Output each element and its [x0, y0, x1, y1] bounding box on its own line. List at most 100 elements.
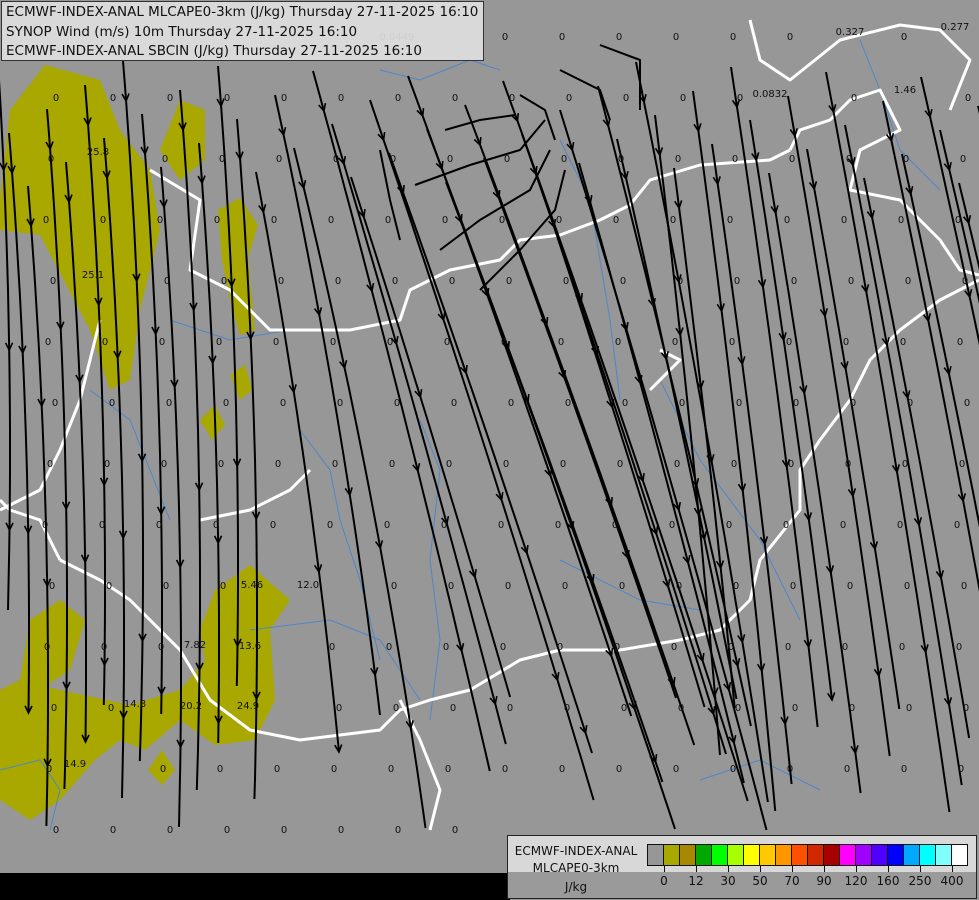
legend-tick-label: 0: [660, 874, 668, 888]
value-label: 0: [445, 764, 451, 775]
legend-tick-label: 90: [816, 874, 832, 888]
value-label: 0: [790, 581, 796, 592]
legend-tick-mark: [952, 865, 953, 872]
value-label: 0: [509, 93, 515, 104]
value-label: 0: [443, 642, 449, 653]
value-label: 0: [557, 642, 563, 653]
value-label: 0: [331, 764, 337, 775]
streamline: [806, 148, 901, 710]
value-label: 0: [788, 459, 794, 470]
value-label: 0: [216, 337, 222, 348]
value-label: 0: [167, 825, 173, 836]
value-label: 0: [727, 215, 733, 226]
color-legend: ECMWF-INDEX-ANAL MLCAPE0-3km J/kg 0 12 30 5…: [507, 835, 977, 899]
value-label: 0: [156, 520, 162, 531]
legend-swatch: [792, 845, 808, 865]
map-edge: [0, 873, 510, 900]
value-label: 7.82: [184, 640, 206, 651]
value-label: 0: [219, 154, 225, 165]
value-label: 0: [964, 398, 970, 409]
value-label: 0: [276, 154, 282, 165]
value-label: 0: [502, 32, 508, 43]
value-label: 0: [220, 581, 226, 592]
value-label: 0: [730, 32, 736, 43]
value-label: 0: [338, 93, 344, 104]
value-label: 0: [157, 215, 163, 226]
value-label: 0: [793, 398, 799, 409]
value-label: 0: [674, 459, 680, 470]
cape-area: [0, 565, 290, 820]
value-label: 0: [385, 215, 391, 226]
value-label: 0: [559, 764, 565, 775]
streamline: [483, 157, 677, 699]
value-label: 0: [728, 642, 734, 653]
value-label: 0: [160, 764, 166, 775]
streamline: [519, 94, 556, 141]
value-label: 0: [106, 581, 112, 592]
value-label: 0: [679, 398, 685, 409]
value-label: 0: [558, 337, 564, 348]
weather-map[interactable]: 25.825.10.3270.2770.08321.460.04495.4612…: [0, 0, 979, 900]
value-label: 0: [507, 703, 513, 714]
value-label: 0: [449, 276, 455, 287]
value-label: 0: [787, 32, 793, 43]
value-label: 0: [336, 703, 342, 714]
value-label: 0: [213, 520, 219, 531]
value-label: 0: [327, 520, 333, 531]
value-label: 0: [672, 337, 678, 348]
border: [0, 319, 102, 512]
legend-name-line2: MLCAPE0-3km: [532, 861, 620, 875]
value-label: 0: [564, 703, 570, 714]
value-label: 0: [221, 276, 227, 287]
title-box: ECMWF-INDEX-ANAL MLCAPE0-3km (J/kg) Thur…: [1, 1, 484, 61]
value-label: 0: [675, 154, 681, 165]
value-label: 0: [726, 520, 732, 531]
legend-tick-label: 400: [940, 874, 964, 888]
cape-area: [200, 405, 225, 440]
streamline: [749, 119, 833, 701]
value-label: 12.0: [297, 580, 319, 591]
legend-swatch: [888, 845, 904, 865]
value-label: 0: [47, 459, 53, 470]
value-label: 0: [841, 215, 847, 226]
value-label: 0: [386, 642, 392, 653]
value-label: 0: [45, 337, 51, 348]
value-label: 0: [395, 825, 401, 836]
value-label: 0: [898, 215, 904, 226]
border: [788, 88, 979, 277]
legend-swatch: [776, 845, 792, 865]
streamline: [479, 169, 566, 291]
value-label: 0: [271, 215, 277, 226]
value-label: 0: [53, 93, 59, 104]
value-label: 0: [623, 93, 629, 104]
value-label: 0: [328, 215, 334, 226]
legend-swatch: [856, 845, 872, 865]
value-label: 0: [101, 642, 107, 653]
value-label: 0: [100, 215, 106, 226]
legend-swatch: [728, 845, 744, 865]
value-label: 0: [904, 581, 910, 592]
value-label: 0: [392, 276, 398, 287]
value-label: 0: [162, 154, 168, 165]
value-label: 0: [387, 337, 393, 348]
value-label: 0: [389, 459, 395, 470]
value-label: 0: [784, 215, 790, 226]
value-label: 0: [448, 581, 454, 592]
value-label: 0: [907, 398, 913, 409]
value-label: 0: [388, 764, 394, 775]
value-label: 0: [669, 520, 675, 531]
value-label: 0: [730, 764, 736, 775]
value-label: 0: [851, 93, 857, 104]
legend-swatch: [808, 845, 824, 865]
value-label: 0: [99, 520, 105, 531]
value-label: 0: [555, 520, 561, 531]
value-label: 0: [110, 93, 116, 104]
value-label: 0: [731, 459, 737, 470]
value-label: 0: [447, 154, 453, 165]
value-label: 0: [620, 276, 626, 287]
value-label: 0: [965, 93, 971, 104]
legend-tick-mark: [920, 865, 921, 872]
legend-swatch: [680, 845, 696, 865]
streamline: [274, 94, 381, 716]
value-label: 0: [161, 459, 167, 470]
